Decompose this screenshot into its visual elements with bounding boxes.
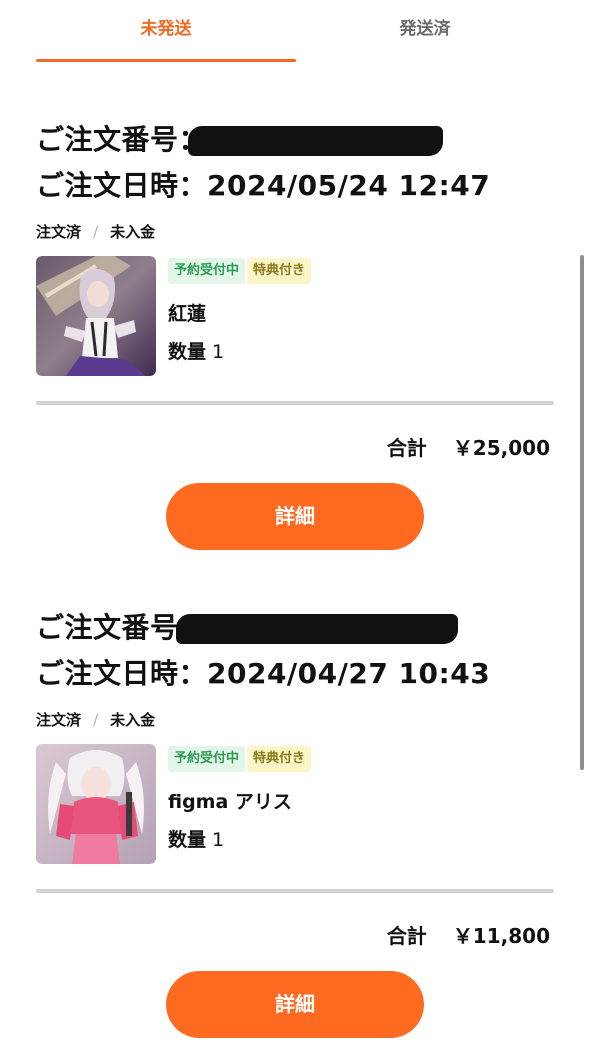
detail-button[interactable]: 詳細 xyxy=(166,971,424,1038)
order-total: 合計 ￥25,000 xyxy=(387,433,550,463)
order-number-redaction xyxy=(188,126,443,156)
product-name[interactable]: figma アリス xyxy=(168,788,292,816)
order-total: 合計 ￥11,800 xyxy=(387,921,550,951)
order-status: 注文済 / 未入金 xyxy=(36,220,155,244)
tab-unshipped[interactable]: 未発送 xyxy=(36,14,296,44)
bonus-badge: 特典付き xyxy=(247,746,312,772)
order-status: 注文済 / 未入金 xyxy=(36,708,155,732)
order-card: ご注文番号： ご注文日時：2024/05/24 12:47 注文済 / 未入金 xyxy=(36,120,554,608)
total-label: 合計 xyxy=(386,436,427,460)
order-number: ご注文番号： xyxy=(36,120,207,160)
bonus-badge: 特典付き xyxy=(247,258,312,284)
product-image xyxy=(36,744,156,864)
product-image xyxy=(36,256,156,376)
product-thumbnail[interactable] xyxy=(36,744,156,864)
status-payment: 未入金 xyxy=(110,223,156,241)
order-number-label: ご注文番号： xyxy=(36,123,208,156)
status-separator: / xyxy=(93,223,99,241)
product-quantity: 数量 1 xyxy=(168,826,224,854)
product-badges: 予約受付中 特典付き xyxy=(168,258,313,284)
status-separator: / xyxy=(93,711,99,729)
order-history-page: 未発送 発送済 ご注文番号： ご注文日時：2024/05/24 12:47 注文… xyxy=(0,0,590,1046)
detail-button[interactable]: 詳細 xyxy=(166,483,424,550)
quantity-label: 数量 xyxy=(168,341,207,363)
scrollbar[interactable] xyxy=(580,255,584,770)
order-number-redaction xyxy=(176,614,458,644)
status-ordered: 注文済 xyxy=(36,711,82,729)
status-payment: 未入金 xyxy=(110,711,156,729)
preorder-badge: 予約受付中 xyxy=(168,258,246,284)
quantity-value: 1 xyxy=(212,829,225,851)
active-tab-indicator xyxy=(36,59,296,62)
product-name[interactable]: 紅蓮 xyxy=(168,300,206,328)
order-date: ご注文日時：2024/05/24 12:47 xyxy=(36,169,491,202)
product-quantity: 数量 1 xyxy=(168,338,224,366)
product-thumbnail[interactable] xyxy=(36,256,156,376)
product-badges: 予約受付中 特典付き xyxy=(168,746,313,772)
total-amount: ￥25,000 xyxy=(452,436,550,460)
quantity-value: 1 xyxy=(212,341,225,363)
divider xyxy=(36,889,554,893)
total-label: 合計 xyxy=(386,924,427,948)
order-date: ご注文日時：2024/04/27 10:43 xyxy=(36,657,491,690)
divider xyxy=(36,401,554,405)
tab-shipped[interactable]: 発送済 xyxy=(296,14,554,44)
preorder-badge: 予約受付中 xyxy=(168,746,246,772)
total-amount: ￥11,800 xyxy=(452,924,550,948)
status-ordered: 注文済 xyxy=(36,223,82,241)
order-card: ご注文番号： ご注文日時：2024/04/27 10:43 注文済/未入金 xyxy=(36,608,554,1046)
tab-bar: 未発送 発送済 xyxy=(0,0,590,64)
quantity-label: 数量 xyxy=(168,829,207,851)
